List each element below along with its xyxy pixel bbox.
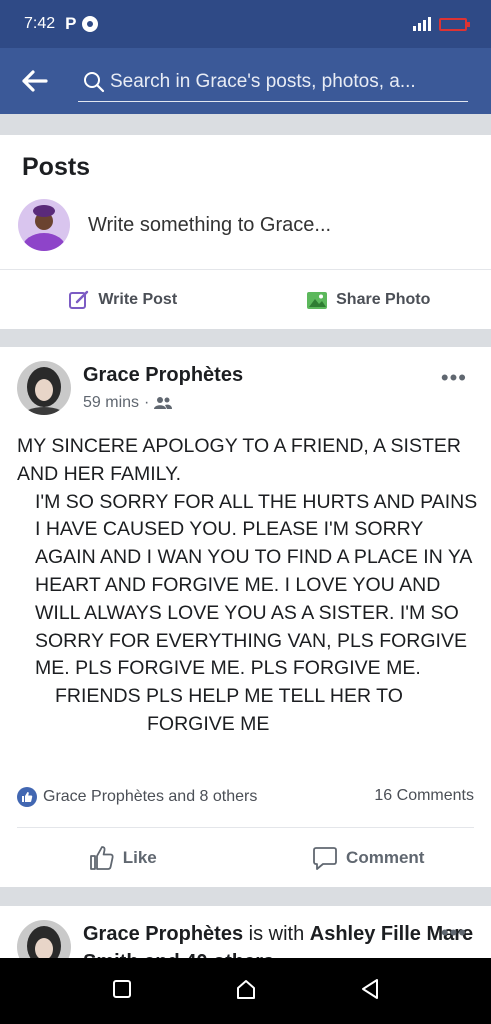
back-button[interactable]	[0, 48, 70, 114]
pinterest-icon: P	[65, 14, 77, 33]
battery-icon	[439, 17, 470, 31]
avatar[interactable]	[17, 361, 71, 415]
more-options-icon[interactable]: •••	[441, 920, 467, 946]
post-time: 59 mins	[83, 394, 140, 411]
post-text-line: I'M SO SORRY FOR ALL THE HURTS AND PAINS…	[35, 490, 478, 680]
home-button[interactable]	[235, 978, 257, 1005]
next-post-with: is with	[243, 923, 310, 945]
recents-button[interactable]	[112, 979, 132, 1004]
comment-button[interactable]: Comment	[246, 828, 491, 887]
post-body: MY SINCERE APOLOGY TO A FRIEND, A SISTER…	[17, 433, 479, 739]
back-arrow-icon	[22, 70, 48, 92]
next-post-card: Grace Prophètes is with Ashley Fille Mar…	[0, 906, 491, 966]
reactions-text: Grace Prophètes and 8 others	[43, 788, 258, 805]
status-bar: 7:42 P	[0, 0, 491, 48]
posts-composer-card: Posts Write something to Grace... Write …	[0, 135, 491, 329]
system-nav-bar	[0, 958, 491, 1024]
post-author[interactable]: Grace Prophètes	[83, 364, 243, 387]
search-header	[0, 48, 491, 114]
comment-label: Comment	[346, 847, 425, 867]
share-photo-button[interactable]: Share Photo	[246, 270, 491, 329]
reactions-summary[interactable]: Grace Prophètes and 8 others	[17, 787, 257, 807]
signal-icon	[413, 17, 431, 31]
recents-icon	[112, 979, 131, 998]
edit-icon	[69, 290, 89, 309]
friends-audience-icon	[154, 397, 173, 409]
write-post-label: Write Post	[98, 290, 178, 308]
composer-placeholder[interactable]: Write something to Grace...	[88, 214, 331, 237]
back-nav-button[interactable]	[360, 978, 380, 1005]
avatar[interactable]	[18, 199, 70, 251]
post-card: Grace Prophètes 59 mins · ••• MY SINCERE…	[0, 347, 491, 887]
search-input[interactable]	[110, 70, 460, 93]
next-post-author[interactable]: Grace Prophètes	[83, 923, 243, 945]
status-time: 7:42	[24, 15, 56, 32]
composer[interactable]: Write something to Grace...	[18, 199, 331, 251]
dot-separator: ·	[144, 394, 150, 411]
back-triangle-icon	[361, 978, 378, 999]
more-options-icon[interactable]: •••	[441, 365, 467, 391]
post-header: Grace Prophètes 59 mins ·	[17, 361, 243, 415]
photo-icon	[307, 291, 328, 309]
post-text-line: FORGIVE ME	[147, 712, 270, 735]
like-button[interactable]: Like	[0, 828, 246, 887]
thumbs-up-icon	[89, 845, 114, 870]
comment-icon	[313, 846, 337, 870]
comments-count[interactable]: 16 Comments	[374, 787, 474, 805]
share-photo-label: Share Photo	[336, 290, 431, 308]
home-icon	[236, 979, 255, 999]
post-text-line: FRIENDS PLS HELP ME TELL HER TO	[55, 685, 403, 708]
post-text-line: MY SINCERE APOLOGY TO A FRIEND, A SISTER…	[17, 435, 461, 485]
posts-section-title: Posts	[22, 153, 91, 181]
like-reaction-icon	[17, 787, 37, 807]
chrome-icon	[82, 16, 99, 32]
search-field[interactable]	[78, 62, 468, 102]
like-label: Like	[122, 847, 157, 867]
write-post-button[interactable]: Write Post	[0, 270, 246, 329]
search-icon	[78, 71, 110, 93]
